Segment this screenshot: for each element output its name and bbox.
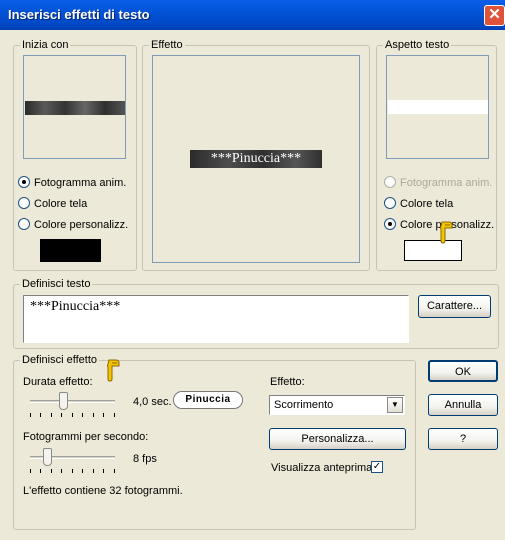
ok-button[interactable]: OK	[428, 360, 498, 382]
text-input[interactable]: ***Pinuccia***	[23, 295, 409, 343]
preview-label: Visualizza anteprima	[271, 462, 373, 474]
start-legend: Inizia con	[20, 39, 71, 51]
radio-dot	[388, 222, 392, 226]
effect-type-label: Effetto:	[270, 376, 305, 388]
start-color-swatch[interactable]	[40, 239, 101, 262]
slider-tick	[40, 469, 41, 473]
effect-def-legend: Definisci effetto	[20, 354, 100, 366]
appearance-radio-2[interactable]	[384, 218, 396, 230]
slider-tick	[114, 469, 115, 473]
effect-select-value: Scorrimento	[274, 399, 334, 411]
slider-tick	[30, 469, 31, 473]
effect-preview-text: ***Pinuccia***	[190, 150, 322, 168]
duration-label: Durata effetto:	[23, 376, 93, 388]
appearance-legend: Aspetto testo	[383, 39, 452, 51]
appearance-radio-1[interactable]	[384, 197, 396, 209]
slider-thumb[interactable]	[43, 448, 52, 466]
start-preview	[23, 55, 126, 159]
appearance-preview	[386, 55, 489, 159]
slider-tick	[61, 469, 62, 473]
start-option-1: Colore tela	[34, 198, 88, 210]
start-radio-0[interactable]	[18, 176, 30, 188]
appearance-option-0: Fotogramma anim.	[400, 177, 493, 189]
slider-tick	[72, 413, 73, 417]
start-option-0: Fotogramma anim.	[34, 177, 127, 189]
start-option-2: Colore personalizz.	[34, 219, 129, 231]
start-radio-1[interactable]	[18, 197, 30, 209]
fps-label: Fotogrammi per secondo:	[23, 431, 149, 443]
cancel-button[interactable]: Annulla	[428, 394, 498, 416]
text-legend: Definisci testo	[20, 278, 93, 290]
slider-tick	[93, 469, 94, 473]
appearance-radio-0[interactable]	[384, 176, 396, 188]
slider-tick	[103, 469, 104, 473]
appearance-option-1: Colore tela	[400, 198, 454, 210]
window-title: Inserisci effetti di testo	[8, 7, 150, 22]
pointer-hand-icon	[440, 221, 453, 244]
fps-value: 8 fps	[133, 453, 157, 465]
effect-preview: ***Pinuccia***	[152, 55, 360, 263]
frames-info: L'effetto contiene 32 fotogrammi.	[23, 485, 183, 497]
slider-tick	[40, 413, 41, 417]
slider-track	[30, 400, 115, 403]
fps-slider[interactable]	[30, 446, 115, 474]
help-button[interactable]: ?	[428, 428, 498, 450]
badge-text: Pinuccia	[185, 394, 231, 405]
slider-tick	[114, 413, 115, 417]
slider-tick	[51, 413, 52, 417]
font-button[interactable]: Carattere...	[418, 295, 491, 318]
slider-tick	[61, 413, 62, 417]
radio-dot	[22, 180, 26, 184]
effect-legend: Effetto	[149, 39, 185, 51]
start-radio-2[interactable]	[18, 218, 30, 230]
pinuccia-badge: Pinuccia	[173, 391, 243, 409]
slider-tick	[82, 413, 83, 417]
slider-thumb[interactable]	[59, 392, 68, 410]
slider-tick	[82, 469, 83, 473]
effect-select[interactable]: Scorrimento ▼	[269, 395, 405, 415]
close-button[interactable]: ✕	[484, 5, 505, 26]
dropdown-arrow-button[interactable]: ▼	[387, 397, 403, 413]
start-preview-strip	[25, 101, 125, 115]
slider-tick	[30, 413, 31, 417]
slider-tick	[93, 413, 94, 417]
duration-value: 4,0 sec.	[133, 396, 172, 408]
slider-tick	[51, 469, 52, 473]
appearance-preview-strip	[388, 100, 488, 114]
pointer-hand-icon	[107, 359, 120, 382]
preview-checkbox[interactable]: ✓	[371, 461, 383, 473]
slider-tick	[103, 413, 104, 417]
duration-slider[interactable]	[30, 390, 115, 418]
slider-tick	[72, 469, 73, 473]
customize-button[interactable]: Personalizza...	[269, 428, 406, 450]
